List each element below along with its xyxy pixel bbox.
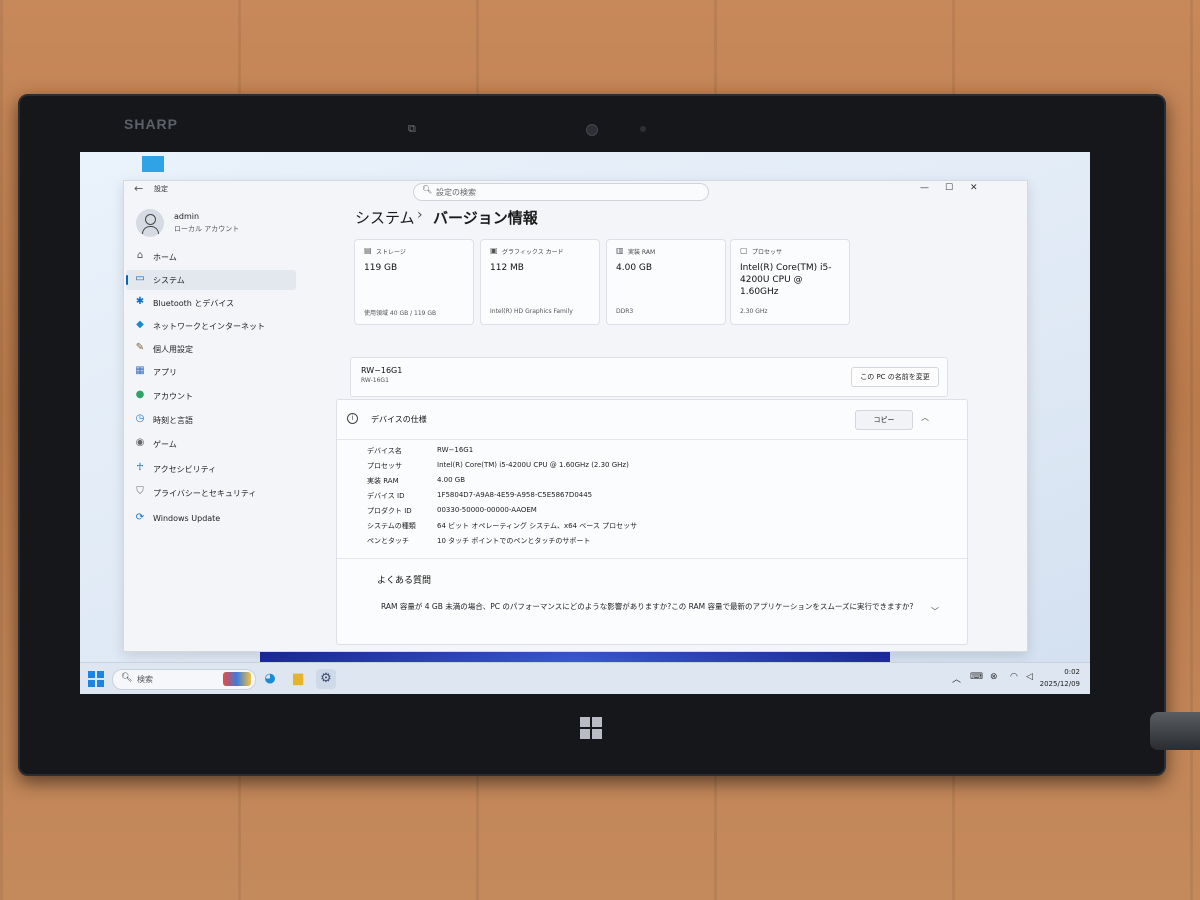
info-icon: i <box>347 413 358 424</box>
divider <box>337 558 967 559</box>
minimize-button[interactable]: — <box>920 183 929 193</box>
sidebar-item-accessibility[interactable]: ☥ アクセシビリティ <box>126 459 296 479</box>
spec-row: デバイス名 RW−16G1 <box>367 446 474 455</box>
spec-row: デバイス ID 1F5804D7-A9A8-4E59-A958-C5E5867D0… <box>367 491 593 500</box>
back-arrow-icon[interactable]: ← <box>134 182 143 195</box>
rename-pc-button[interactable]: この PC の名前を変更 <box>851 367 939 387</box>
screen: ← 設定 🔍︎ 設定の検索 — ☐ ✕ admin ローカル アカウント ⌂ ホー… <box>80 152 1090 694</box>
title-bar: ← 設定 🔍︎ 設定の検索 — ☐ ✕ <box>124 181 1027 213</box>
spec-row: システムの種類 64 ビット オペレーティング システム、x64 ベース プロセッ… <box>367 522 638 530</box>
search-placeholder: 設定の検索 <box>436 188 476 197</box>
storage-icon: ▤ <box>364 246 372 255</box>
chevron-up-icon[interactable]: ︿ <box>952 672 961 685</box>
sensor-icon: ⧉ <box>408 122 416 135</box>
gpu-icon: ▣ <box>490 246 498 255</box>
ram-card[interactable]: ▥ 実装 RAM 4.00 GB DDR3 <box>606 239 726 325</box>
cpu-icon: ▢ <box>740 246 748 255</box>
spec-row: 実装 RAM 4.00 GB <box>367 476 466 485</box>
sidebar-item-accounts[interactable]: ● アカウント <box>126 386 296 406</box>
update-icon: ⟳ <box>135 512 145 523</box>
clock-icon: ◷ <box>135 413 145 424</box>
clock-time[interactable]: 0:02 <box>1040 668 1080 676</box>
device-specs-panel: i デバイスの仕様 コピー ︿ デバイス名 RW−16G1 プロセッサ Intel(… <box>336 399 968 645</box>
sidebar-item-privacy[interactable]: ⛉ プライバシーとセキュリティ <box>126 483 296 503</box>
sidebar-item-bluetooth[interactable]: ✱ Bluetooth とデバイス <box>126 293 296 313</box>
pc-name-panel: RW−16G1 RW-16G1 この PC の名前を変更 <box>350 357 948 397</box>
close-button[interactable]: ✕ <box>970 183 978 193</box>
sidebar-item-network[interactable]: ◆ ネットワークとインターネット <box>126 316 296 336</box>
maximize-button[interactable]: ☐ <box>945 183 953 193</box>
specs-title: デバイスの仕様 <box>371 415 427 424</box>
search-icon: 🔍︎ <box>422 185 433 194</box>
faq-question[interactable]: RAM 容量が 4 GB 未満の場合、PC のパフォーマンスにどのような影響があ… <box>381 600 917 613</box>
account-type: ローカル アカウント <box>174 225 240 233</box>
light-sensor-icon <box>640 126 646 132</box>
camera-icon <box>586 124 598 136</box>
shield-icon: ⛉ <box>136 486 144 497</box>
apps-icon: ▦ <box>135 365 145 376</box>
chevron-down-icon[interactable]: ﹀ <box>931 606 939 617</box>
sidebar-item-gaming[interactable]: ◉ ゲーム <box>126 434 296 454</box>
breadcrumb-separator: › <box>417 207 423 223</box>
breadcrumb-system[interactable]: システム <box>355 207 415 228</box>
user-name: admin <box>174 212 200 221</box>
user-avatar[interactable] <box>136 209 164 237</box>
ram-icon: ▥ <box>616 246 624 255</box>
spec-row: プロセッサ Intel(R) Core(TM) i5-4200U CPU @ 1.… <box>367 461 629 470</box>
storage-card[interactable]: ▤ ストレージ 119 GB 使用領域 40 GB / 119 GB <box>354 239 474 325</box>
desktop-icon[interactable] <box>142 156 164 172</box>
home-icon: ⌂ <box>136 250 144 261</box>
pc-name: RW−16G1 <box>361 366 403 375</box>
status-x-icon[interactable]: ⊗ <box>990 672 998 682</box>
network-icon: ◆ <box>136 319 144 330</box>
copy-button[interactable]: コピー <box>855 410 913 430</box>
taskbar-search-placeholder: 検索 <box>137 675 153 684</box>
page-title: バージョン情報 <box>433 209 538 227</box>
sidebar-item-apps[interactable]: ▦ アプリ <box>126 362 296 382</box>
windows-hardware-button[interactable] <box>580 717 602 739</box>
sidebar-item-time-language[interactable]: ◷ 時刻と言語 <box>126 410 296 430</box>
sidebar-item-windows-update[interactable]: ⟳ Windows Update <box>126 509 296 529</box>
keyboard-icon[interactable]: ⌨ <box>970 672 983 682</box>
brand-logo: SHARP <box>124 116 179 132</box>
edge-icon[interactable]: ◕ <box>260 669 280 689</box>
window-title: 設定 <box>154 185 168 193</box>
wifi-icon[interactable]: ◠ <box>1010 672 1018 682</box>
settings-app-icon[interactable]: ⚙ <box>316 669 336 689</box>
sidebar-item-personalization[interactable]: ✎ 個人用設定 <box>126 339 296 359</box>
spec-row: ペンとタッチ 10 タッチ ポイントでのペンとタッチのサポート <box>367 537 591 545</box>
account-icon: ● <box>135 389 145 400</box>
file-explorer-icon[interactable]: ▆ <box>288 669 308 689</box>
spec-row: プロダクト ID 00330-50000-00000-AAOEM <box>367 506 537 515</box>
brush-icon: ✎ <box>135 342 145 353</box>
settings-window: ← 設定 🔍︎ 設定の検索 — ☐ ✕ admin ローカル アカウント ⌂ ホー… <box>123 180 1028 652</box>
sidebar-item-home[interactable]: ⌂ ホーム <box>126 247 296 267</box>
bluetooth-icon: ✱ <box>135 296 145 307</box>
chevron-up-icon[interactable]: ︿ <box>921 412 929 423</box>
system-icon: ▭ <box>135 273 145 284</box>
game-icon: ◉ <box>135 437 145 448</box>
settings-search-input[interactable]: 🔍︎ 設定の検索 <box>413 183 709 201</box>
faq-title: よくある質問 <box>377 576 432 586</box>
pc-model: RW-16G1 <box>361 377 389 384</box>
divider <box>337 439 967 440</box>
processor-card[interactable]: ▢ プロセッサ Intel(R) Core(TM) i5-4200U CPU @… <box>730 239 850 325</box>
accessibility-icon: ☥ <box>136 462 144 473</box>
graphics-card[interactable]: ▣ グラフィックス カード 112 MB Intel(R) HD Graphic… <box>480 239 600 325</box>
sidebar-item-system[interactable]: ▭ システム <box>126 270 296 290</box>
search-icon: 🔍︎ <box>121 673 133 683</box>
search-highlight-icon <box>223 672 251 686</box>
taskbar-search-input[interactable]: 🔍︎ 検索 <box>112 669 256 690</box>
taskbar: 🔍︎ 検索 ◕ ▆ ⚙ ︿ ⌨ ⊗ ◠ ◁ 0:02 2025/12/09 <box>80 662 1090 694</box>
clock-date[interactable]: 2025/12/09 <box>1028 680 1080 688</box>
cable <box>1150 712 1200 750</box>
start-button[interactable] <box>88 671 104 687</box>
